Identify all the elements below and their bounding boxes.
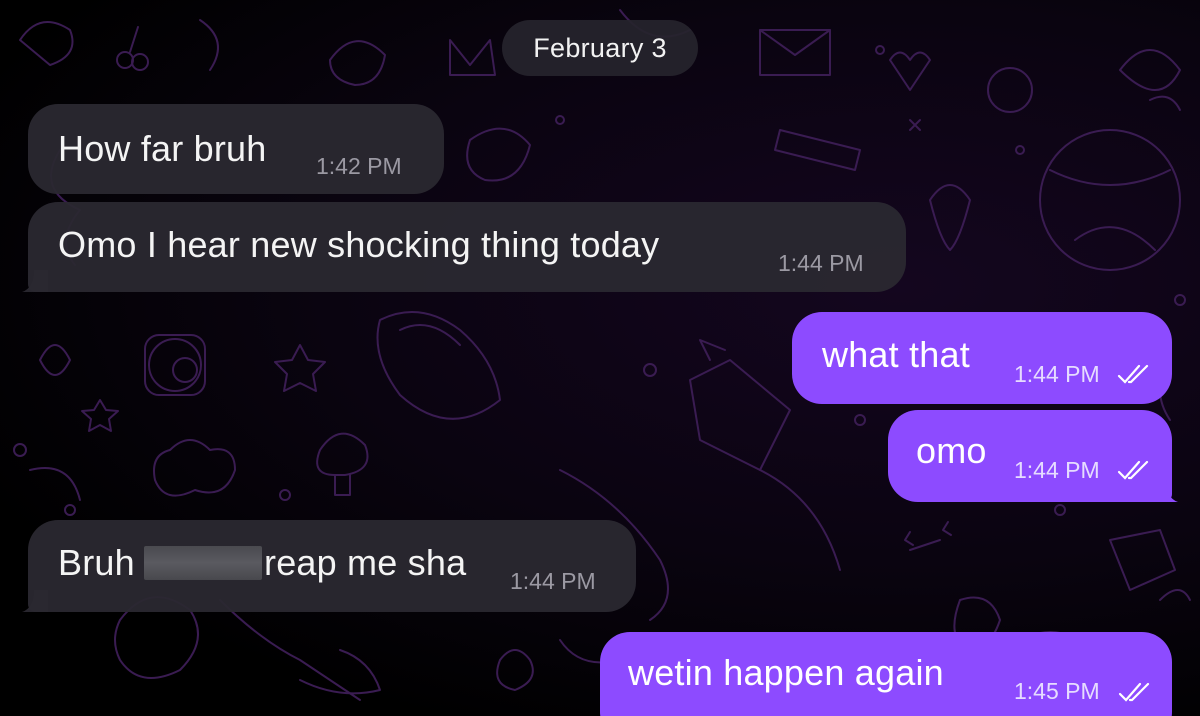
message-text: Omo I hear new shocking thing today bbox=[58, 224, 660, 265]
message-bubble-incoming[interactable]: How far bruh 1:42 PM bbox=[28, 104, 444, 194]
message-timestamp: 1:45 PM bbox=[1014, 678, 1100, 704]
double-check-icon bbox=[1117, 460, 1149, 480]
message-text: How far bruh bbox=[58, 128, 267, 169]
double-check-icon bbox=[1117, 364, 1149, 384]
message-bubble-outgoing[interactable]: what that 1:44 PM bbox=[792, 312, 1172, 404]
message-text: omo bbox=[916, 430, 987, 471]
message-text: wetin happen again bbox=[628, 652, 944, 693]
message-bubble-incoming[interactable]: Omo I hear new shocking thing today 1:44… bbox=[28, 202, 906, 292]
message-timestamp: 1:44 PM bbox=[778, 250, 864, 276]
message-bubble-outgoing[interactable]: wetin happen again 1:45 PM bbox=[600, 632, 1172, 716]
date-separator: February 3 bbox=[502, 20, 698, 76]
message-text-part: Bruh bbox=[58, 542, 135, 583]
message-timestamp: 1:44 PM bbox=[1014, 457, 1100, 483]
message-text-part: reap me sha bbox=[264, 542, 467, 583]
date-separator-label: February 3 bbox=[533, 32, 667, 63]
double-check-icon bbox=[1118, 682, 1150, 702]
message-timestamp: 1:44 PM bbox=[1014, 361, 1100, 387]
bubble-tail bbox=[22, 590, 48, 612]
message-bubble-outgoing[interactable]: omo 1:44 PM bbox=[888, 410, 1172, 502]
redaction-block bbox=[144, 546, 262, 580]
message-timestamp: 1:44 PM bbox=[510, 568, 596, 594]
message-bubble-incoming[interactable]: Bruh reap me sha 1:44 PM bbox=[28, 520, 636, 612]
message-timestamp: 1:42 PM bbox=[316, 153, 402, 179]
bubble-tail bbox=[22, 270, 48, 292]
message-text: what that bbox=[822, 334, 970, 375]
chat-view: February 3 How far bruh 1:42 PM Omo I he… bbox=[0, 0, 1200, 716]
bubble-tail bbox=[1152, 480, 1178, 502]
